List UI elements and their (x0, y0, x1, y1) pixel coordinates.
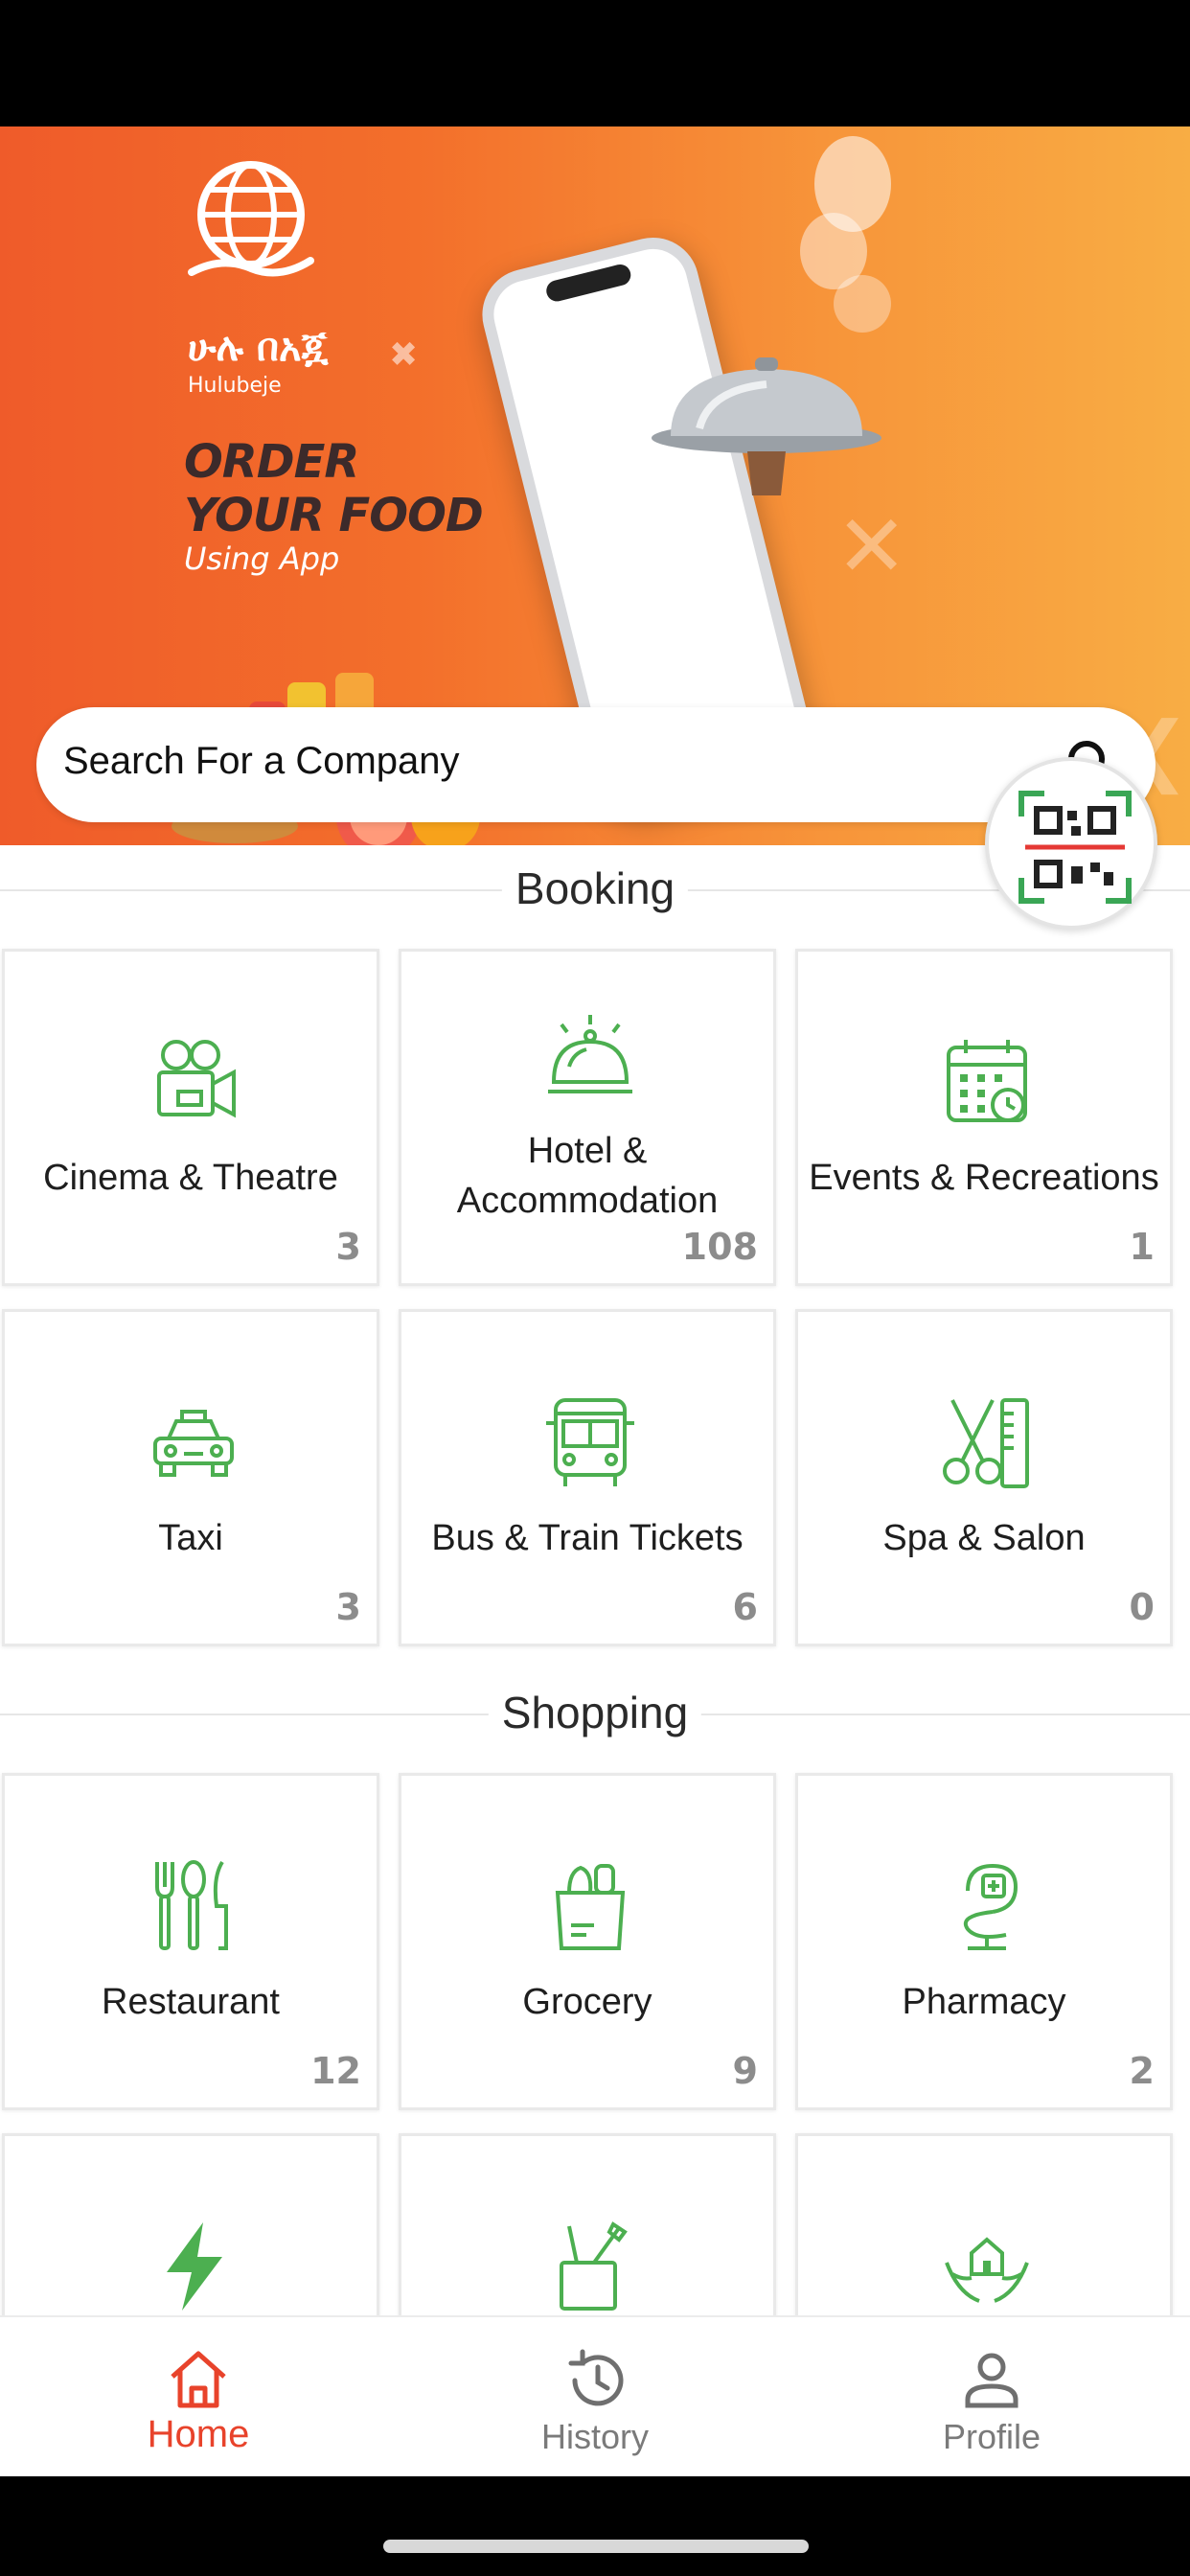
section-title: Shopping (488, 1687, 702, 1738)
category-label: Taxi (158, 1518, 223, 1558)
system-home-area (0, 2476, 1190, 2576)
category-count: 6 (732, 1586, 758, 1628)
taxi-icon (153, 1410, 234, 1477)
category-label: Bus & Train Tickets (431, 1518, 744, 1558)
category-card-spa[interactable]: Spa & Salon 0 (795, 1309, 1173, 1646)
promo-banner[interactable]: ሁሉ በአጇ Hulubeje ORDER YOUR FOOD Using Ap… (0, 126, 1190, 845)
cutlery-icon (155, 1860, 228, 1950)
nav-item-home[interactable]: Home (0, 2317, 397, 2476)
nav-label: Home (147, 2413, 250, 2455)
cinema-icon (157, 1040, 236, 1118)
qr-scan-button[interactable] (985, 757, 1157, 930)
bus-icon (546, 1398, 634, 1486)
category-count: 3 (335, 1226, 361, 1268)
nav-item-profile[interactable]: Profile (793, 2317, 1190, 2476)
category-card-cinema[interactable]: Cinema & Theatre 3 (2, 949, 379, 1286)
category-card-events[interactable]: Events & Recreations 1 (795, 949, 1173, 1286)
nav-label: Profile (942, 2417, 1041, 2456)
qr-code-icon (1018, 791, 1132, 904)
globe-logo-icon (188, 161, 314, 277)
category-card-grocery[interactable]: Grocery 9 (399, 1773, 776, 2110)
brand-name-amharic: ሁሉ በአጇ (188, 326, 329, 370)
category-card-taxi[interactable]: Taxi 3 (2, 1309, 379, 1646)
lightning-icon (167, 2222, 222, 2311)
serving-cloche-illustration (652, 357, 881, 495)
promo-subtext: Using App (184, 540, 340, 577)
category-label: Events & Recreations (809, 1158, 1159, 1198)
calendar-icon (947, 1040, 1027, 1122)
category-label: Restaurant (102, 1982, 280, 2022)
search-bar[interactable]: Search For a Company (36, 707, 1156, 822)
promo-headline-1: ORDER (184, 435, 359, 489)
history-icon (568, 2349, 624, 2406)
home-indicator[interactable] (383, 2540, 809, 2553)
category-count: 9 (732, 2050, 758, 2092)
nav-item-history[interactable]: History (397, 2317, 793, 2476)
section-title: Booking (501, 862, 689, 914)
profile-icon (965, 2353, 1018, 2408)
promo-headline-2: YOUR FOOD (184, 489, 484, 542)
home-icon (171, 2351, 226, 2408)
nav-label: History (540, 2417, 649, 2456)
grocery-bag-icon (555, 1864, 626, 1950)
hotel-bell-icon (548, 1015, 632, 1093)
category-label: Spa & Salon (882, 1518, 1086, 1558)
main-content: Booking Cinema & Theatre 3 Hotel & Accom… (0, 845, 1190, 2471)
category-count: 2 (1129, 2050, 1155, 2092)
category-label: Cinema & Theatre (43, 1158, 338, 1198)
category-card-bus[interactable]: Bus & Train Tickets 6 (399, 1309, 776, 1646)
brand-name-latin: Hulubeje (188, 374, 282, 398)
category-count: 1 (1129, 1226, 1155, 1268)
category-label: Grocery (522, 1982, 652, 2022)
category-card-restaurant[interactable]: Restaurant 12 (2, 1773, 379, 2110)
stationery-icon (560, 2221, 628, 2311)
category-label: Pharmacy (902, 1982, 1066, 2022)
category-card-hotel[interactable]: Hotel & Accommodation 108 (399, 949, 776, 1286)
search-input[interactable]: Search For a Company (63, 740, 460, 783)
category-count: 108 (681, 1226, 758, 1268)
decorative-x-icon: ✕ (835, 496, 908, 597)
bottom-navigation: Home History Profile (0, 2315, 1190, 2476)
category-label: Hotel & Accommodation (456, 1131, 719, 1221)
category-count: 0 (1129, 1586, 1155, 1628)
pharmacy-icon (963, 1863, 1018, 1950)
scissors-comb-icon (943, 1398, 1029, 1488)
home-care-icon (945, 2237, 1029, 2303)
section-header-shopping: Shopping (0, 1685, 1190, 1742)
category-count: 12 (310, 2050, 361, 2092)
decorative-x-icon: ✖ (389, 335, 419, 375)
category-count: 3 (335, 1586, 361, 1628)
category-card-pharmacy[interactable]: Pharmacy 2 (795, 1773, 1173, 2110)
steam-decoration (800, 136, 891, 333)
status-bar (0, 0, 1190, 126)
